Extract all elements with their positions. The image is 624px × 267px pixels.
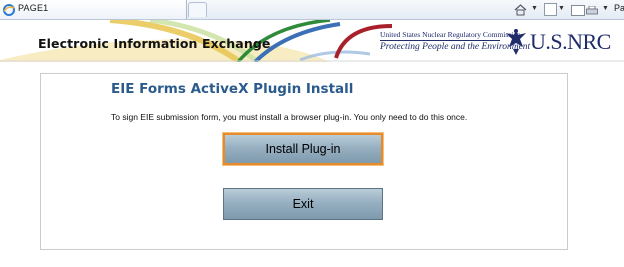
print-icon[interactable] <box>586 3 598 15</box>
home-icon[interactable] <box>514 3 527 16</box>
tab-title: PAGE1 <box>18 3 49 13</box>
nrc-eagle-logo-icon <box>503 27 529 57</box>
nrc-wordmark: U.S.NRC <box>530 29 611 54</box>
print-dropdown-icon[interactable]: ▼ <box>602 3 609 15</box>
exit-button[interactable]: Exit <box>223 188 383 220</box>
agency-name: United States Nuclear Regulatory Commiss… <box>380 30 521 39</box>
install-plugin-button[interactable]: Install Plug-in <box>223 133 383 165</box>
site-banner: Electronic Information Exchange United S… <box>0 20 624 62</box>
new-tab-button[interactable] <box>188 2 207 17</box>
feeds-icon[interactable] <box>544 3 557 16</box>
page-title: EIE Forms ActiveX Plugin Install <box>111 81 354 97</box>
banner-title: Electronic Information Exchange <box>38 36 271 51</box>
browser-tab[interactable]: PAGE1 <box>0 0 187 19</box>
ie-page-icon <box>3 3 15 16</box>
feeds-dropdown-icon[interactable]: ▼ <box>558 3 565 15</box>
browser-tab-bar: PAGE1 ▼ ▼ ▼ Pa <box>0 0 624 20</box>
install-instructions: To sign EIE submission form, you must in… <box>111 112 468 122</box>
home-dropdown-icon[interactable]: ▼ <box>531 3 538 15</box>
agency-divider <box>380 40 500 41</box>
mail-icon[interactable] <box>571 5 585 16</box>
plugin-install-panel: EIE Forms ActiveX Plugin Install To sign… <box>40 73 568 250</box>
page-menu-label[interactable]: Pa <box>614 3 624 13</box>
